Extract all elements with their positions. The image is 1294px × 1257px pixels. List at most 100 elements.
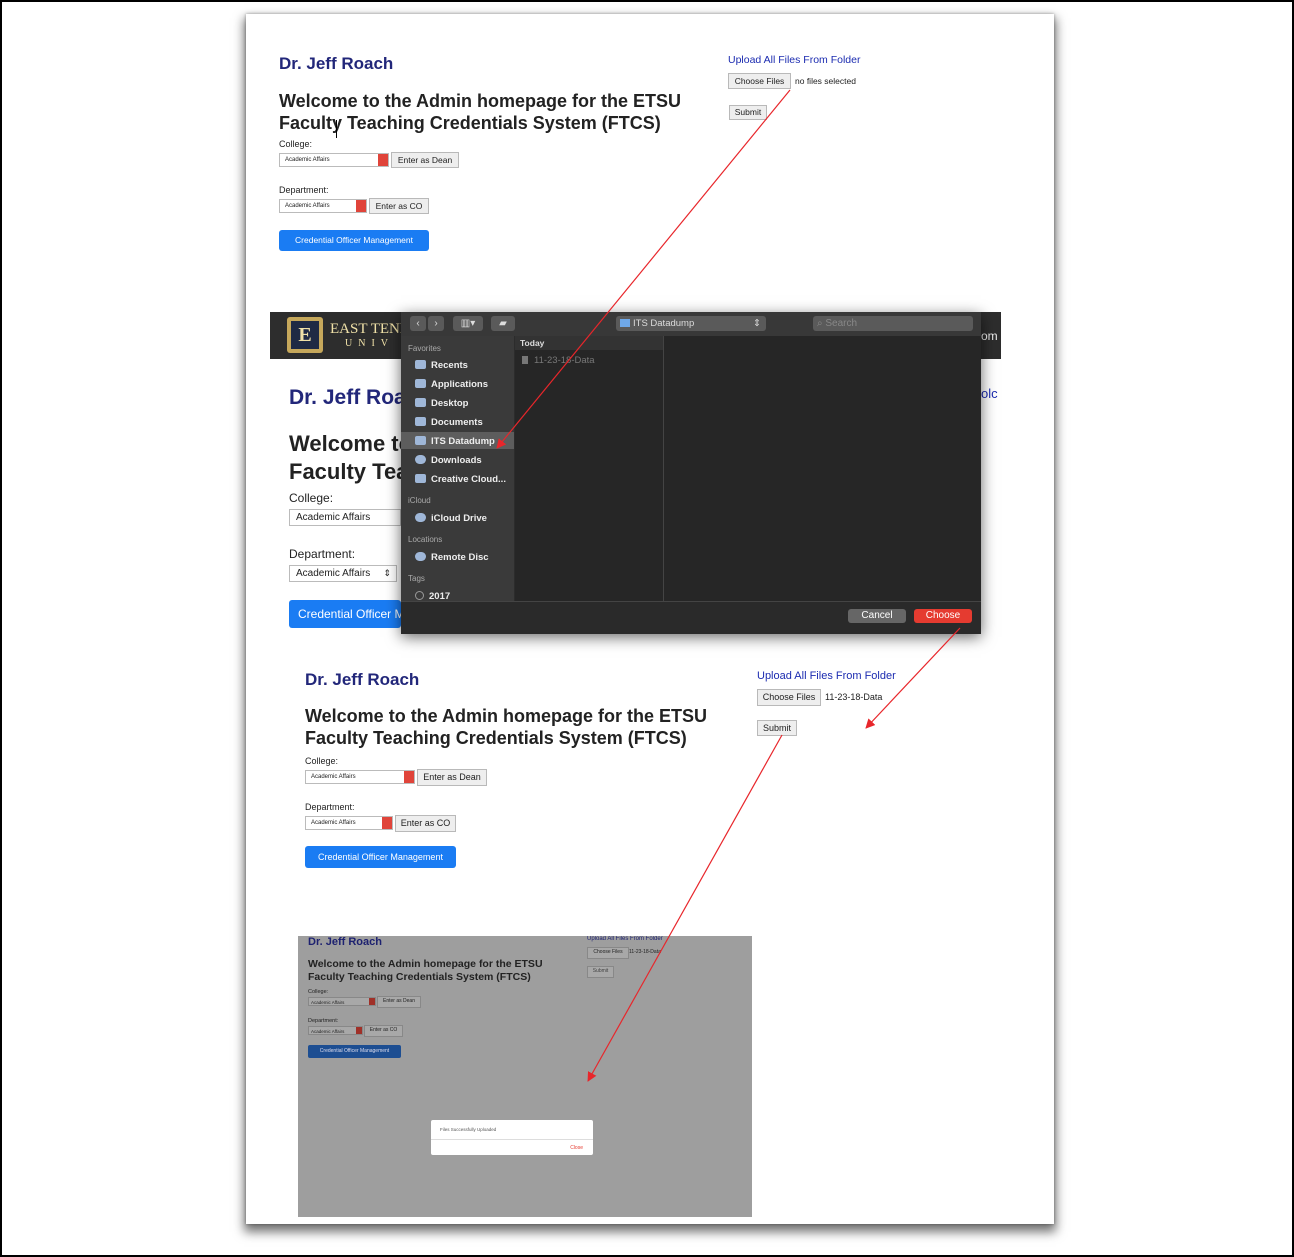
- choose-files-button[interactable]: Choose Files: [587, 947, 629, 959]
- sidebar-item-label: Recents: [431, 360, 468, 371]
- credential-officer-management-button[interactable]: Credential Officer Management: [305, 846, 456, 868]
- credential-officer-management-button[interactable]: Credential Officer Management: [308, 1045, 401, 1058]
- chevron-updown-icon: ⇕: [753, 318, 761, 329]
- enter-as-dean-button[interactable]: Enter as Dean: [391, 152, 459, 168]
- folder-action-icon[interactable]: ▰: [491, 316, 515, 331]
- college-select-value: Academic Affairs: [311, 1000, 345, 1005]
- tags-header: Tags: [408, 574, 425, 583]
- welcome-heading: Welcome to the Admin homepage for the ET…: [279, 91, 681, 134]
- folder-icon: [415, 436, 426, 445]
- submit-button[interactable]: Submit: [729, 105, 767, 120]
- sidebar-item-its-datadump[interactable]: ITS Datadump: [415, 436, 495, 447]
- submit-button[interactable]: Submit: [587, 966, 614, 978]
- upload-folder-link[interactable]: Upload All Files From Folder: [587, 936, 663, 942]
- location-popup[interactable]: ITS Datadump ⇕: [616, 316, 766, 331]
- choose-button[interactable]: Choose: [914, 609, 972, 623]
- upload-link-fragment: olc: [981, 386, 998, 401]
- recents-icon: [415, 360, 426, 369]
- select-arrow-icon: [356, 1027, 362, 1034]
- sidebar-item-downloads[interactable]: Downloads: [415, 455, 482, 466]
- welcome-line-1: Welcome to the Admin homepage for the ET…: [279, 91, 682, 111]
- college-select[interactable]: Academic Affairs: [308, 997, 376, 1006]
- icloud-header: iCloud: [408, 496, 431, 505]
- department-select[interactable]: Academic Affairs: [279, 199, 367, 213]
- files-status-text: no files selected: [795, 76, 856, 86]
- department-select-bg[interactable]: Academic Affairs ⇕: [289, 565, 397, 582]
- college-label: College:: [305, 756, 339, 766]
- choose-files-button[interactable]: Choose Files: [728, 73, 791, 89]
- applications-icon: [415, 379, 426, 388]
- sidebar-item-recents[interactable]: Recents: [415, 360, 468, 371]
- desktop-icon: [415, 398, 426, 407]
- user-name-heading-bg: Dr. Jeff Roa: [289, 386, 406, 409]
- department-label: Department:: [305, 802, 355, 812]
- column-header: Today: [515, 336, 663, 350]
- university-name-1: EAST TENN: [330, 321, 411, 337]
- welcome-line-2-bg: Faculty Tea: [289, 459, 409, 484]
- sidebar-item-icloud-drive[interactable]: iCloud Drive: [415, 513, 487, 524]
- college-select[interactable]: Academic Affairs: [279, 153, 389, 167]
- department-select-bg-value: Academic Affairs: [296, 568, 371, 579]
- credential-officer-management-button[interactable]: Credential Officer Management: [279, 230, 429, 251]
- department-select[interactable]: Academic Affairs: [308, 1026, 363, 1035]
- file-item-label: 11-23-18-Data: [534, 355, 595, 366]
- favorites-header: Favorites: [408, 344, 441, 353]
- credential-officer-button-bg[interactable]: Credential Officer M: [289, 600, 404, 628]
- documents-icon: [415, 417, 426, 426]
- university-logo: E: [287, 317, 323, 353]
- enter-as-co-button[interactable]: Enter as CO: [369, 198, 429, 214]
- college-label: College:: [279, 139, 313, 149]
- college-select-bg[interactable]: Academic Affairs: [289, 509, 401, 526]
- submit-button[interactable]: Submit: [757, 720, 797, 736]
- welcome-line-2: Faculty Teaching Credentials System (FTC…: [308, 971, 531, 983]
- text-cursor: [336, 120, 337, 138]
- file-icon: [522, 356, 528, 364]
- sidebar-item-documents[interactable]: Documents: [415, 417, 483, 428]
- upload-folder-link[interactable]: Upload All Files From Folder: [728, 54, 860, 66]
- cancel-button[interactable]: Cancel: [848, 609, 906, 623]
- modal-close-button[interactable]: Close: [570, 1145, 583, 1151]
- welcome-heading: Welcome to the Admin homepage for the ET…: [305, 706, 707, 749]
- department-select-value: Academic Affairs: [311, 820, 356, 826]
- college-label: College:: [308, 989, 329, 995]
- upload-folder-link[interactable]: Upload All Files From Folder: [757, 670, 896, 682]
- file-chooser-dialog: ‹ › ▥▾ ▰ ITS Datadump ⇕ ⌕ Search Favorite…: [401, 312, 981, 634]
- welcome-line-2: Faculty Teaching Credentials System (FTC…: [279, 112, 661, 133]
- folder-icon: [620, 319, 630, 327]
- back-icon[interactable]: ‹: [410, 316, 426, 331]
- logo-letter-icon: E: [291, 321, 319, 349]
- sidebar-item-creative-cloud[interactable]: Creative Cloud...: [415, 474, 506, 485]
- select-arrow-icon: [382, 817, 392, 829]
- department-select-value: Academic Affairs: [311, 1029, 345, 1034]
- dimmed-page: Dr. Jeff Roach Welcome to the Admin home…: [298, 936, 752, 1217]
- sidebar-item-remote-disc[interactable]: Remote Disc: [415, 552, 489, 563]
- sidebar-item-applications[interactable]: Applications: [415, 379, 488, 390]
- choose-files-button[interactable]: Choose Files: [757, 689, 821, 706]
- modal-divider: [431, 1139, 593, 1140]
- welcome-heading-bg: Welcome to Faculty Tea: [289, 430, 412, 486]
- enter-as-co-button[interactable]: Enter as CO: [395, 815, 456, 832]
- enter-as-dean-button[interactable]: Enter as Dean: [417, 769, 487, 786]
- department-label-bg: Department:: [289, 547, 356, 561]
- select-arrow-icon: [356, 200, 366, 212]
- sidebar-item-label: Downloads: [431, 455, 482, 466]
- view-columns-icon[interactable]: ▥▾: [453, 316, 483, 331]
- enter-as-dean-button[interactable]: Enter as Dean: [377, 996, 421, 1008]
- user-name-heading: Dr. Jeff Roach: [308, 936, 382, 948]
- location-label: ITS Datadump: [633, 318, 695, 329]
- sidebar-item-label: iCloud Drive: [431, 513, 487, 524]
- disc-icon: [415, 552, 426, 561]
- forward-icon[interactable]: ›: [428, 316, 444, 331]
- chevron-updown-icon: ⇕: [383, 568, 391, 578]
- department-label: Department:: [279, 185, 329, 195]
- department-select[interactable]: Academic Affairs: [305, 816, 393, 830]
- file-column: Today 11-23-18-Data: [515, 336, 664, 601]
- file-item[interactable]: 11-23-18-Data: [522, 355, 595, 366]
- enter-as-co-button[interactable]: Enter as CO: [364, 1025, 403, 1037]
- sidebar-item-label: Desktop: [431, 398, 469, 409]
- sidebar-item-label: Applications: [431, 379, 489, 390]
- sidebar-item-desktop[interactable]: Desktop: [415, 398, 468, 409]
- search-field[interactable]: ⌕ Search: [813, 316, 973, 331]
- user-name-heading: Dr. Jeff Roach: [305, 670, 420, 689]
- college-select[interactable]: Academic Affairs: [305, 770, 415, 784]
